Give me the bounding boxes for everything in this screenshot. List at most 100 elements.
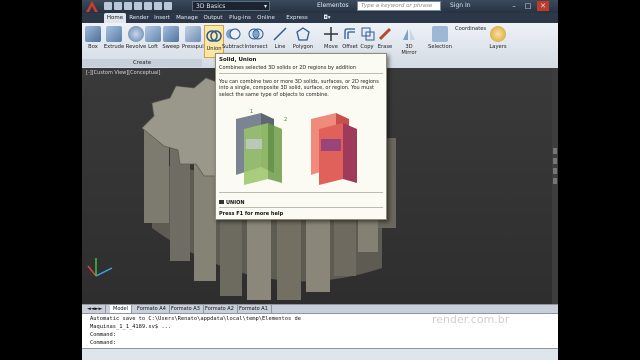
revolve-icon <box>128 26 144 42</box>
close-button[interactable]: ✕ <box>537 1 549 11</box>
undo-icon[interactable] <box>154 2 162 10</box>
ucs-icon <box>87 258 113 277</box>
tooltip-divider <box>219 207 383 208</box>
watermark: render.com.br <box>432 313 510 326</box>
command-history-line: Maquinas_1_1_4189.sv$ ... <box>90 324 172 330</box>
selection-button[interactable]: Selection <box>427 26 453 50</box>
tab-output[interactable]: Output <box>202 13 224 23</box>
status-bar <box>82 348 558 360</box>
command-history-line: Automatic save to C:\Users\Renato\appdat… <box>90 316 301 322</box>
tab-plugins[interactable]: Plug-ins <box>227 13 253 23</box>
search-input[interactable]: Type a keyword or phrase <box>357 1 441 11</box>
tab-more-icon[interactable]: ◘▾ <box>320 13 334 23</box>
union-illustration: 1 2 <box>236 109 357 185</box>
intersect-button[interactable]: Intersect <box>244 26 268 50</box>
minimize-button[interactable]: – <box>508 1 520 11</box>
3d-mirror-label: 3D Mirror <box>401 44 417 56</box>
command-input[interactable]: Command: <box>90 340 116 346</box>
tooltip-title: Solid, Union <box>219 57 257 63</box>
coordinates-label: Coordinates <box>455 26 487 32</box>
copy-button[interactable]: Copy <box>360 26 376 50</box>
workspace-label: 3D Basics <box>196 3 226 10</box>
box-button[interactable]: Box <box>84 26 102 50</box>
layers-label: Layers <box>489 44 507 50</box>
tab-home[interactable]: Home <box>104 13 126 23</box>
revolve-button[interactable]: Revolve <box>125 26 147 50</box>
autocad-logo-icon[interactable] <box>84 0 100 13</box>
extrude-button[interactable]: Extrude <box>103 26 125 50</box>
erase-label: Erase <box>377 44 393 50</box>
subtract-button[interactable]: Subtract <box>222 26 244 50</box>
presspull-button[interactable]: Presspull <box>182 26 206 50</box>
copy-label: Copy <box>360 44 374 50</box>
tab-express-tools[interactable]: Express Tools <box>279 13 315 31</box>
box-icon <box>85 26 101 42</box>
subtract-icon <box>225 26 241 42</box>
tab-insert[interactable]: Insert <box>152 13 172 23</box>
extrude-label: Extrude <box>103 44 125 50</box>
3d-mirror-button[interactable]: 3D Mirror <box>397 26 421 56</box>
ribbon-tabs: Home Render Insert Manage Output Plug-in… <box>82 13 558 31</box>
tooltip-label-2: 2 <box>284 117 287 123</box>
polygon-button[interactable]: Polygon <box>292 26 314 50</box>
polygon-label: Polygon <box>292 44 314 50</box>
offset-icon <box>342 26 358 42</box>
layers-icon <box>490 26 506 42</box>
title-bar: 3D Basics ▾ Elementos Type a keyword or … <box>82 0 558 13</box>
offset-label: Offset <box>342 44 358 50</box>
tooltip-divider <box>219 73 383 74</box>
erase-icon <box>377 26 393 42</box>
tooltip-label-1: 1 <box>250 109 253 115</box>
maximize-button[interactable]: □ <box>522 1 534 11</box>
loft-icon <box>145 26 161 42</box>
sweep-label: Sweep <box>162 44 180 50</box>
erase-button[interactable]: Erase <box>377 26 393 50</box>
move-button[interactable]: Move <box>323 26 339 50</box>
intersect-icon <box>248 26 264 42</box>
layers-button[interactable]: Layers <box>487 26 509 50</box>
sweep-button[interactable]: Sweep <box>161 26 181 50</box>
intersect-label: Intersect <box>244 44 268 50</box>
subtract-label: Subtract <box>222 44 245 50</box>
save-icon[interactable] <box>124 2 132 10</box>
sign-in-link[interactable]: Sign In <box>450 1 471 11</box>
coordinates-button[interactable]: Coordinates <box>455 26 487 32</box>
workspace-dropdown[interactable]: 3D Basics ▾ <box>192 1 270 11</box>
union-label: Union <box>206 46 222 52</box>
plot-icon[interactable] <box>144 2 152 10</box>
offset-button[interactable]: Offset <box>341 26 359 50</box>
tooltip-divider <box>219 192 383 193</box>
pan-icon[interactable] <box>553 148 557 154</box>
line-button[interactable]: Line <box>272 26 288 50</box>
move-icon <box>323 26 339 42</box>
saveas-icon[interactable] <box>134 2 142 10</box>
new-icon[interactable] <box>104 2 112 10</box>
redo-icon[interactable] <box>164 2 172 10</box>
tooltip-command: UNION <box>219 200 245 206</box>
box-label: Box <box>88 44 98 50</box>
command-icon <box>219 200 224 204</box>
mirror-icon <box>401 26 417 42</box>
chevron-down-icon: ▾ <box>263 3 267 10</box>
presspull-label: Presspull <box>182 44 206 50</box>
copy-icon <box>360 26 376 42</box>
autocad-window: 3D Basics ▾ Elementos Type a keyword or … <box>82 0 558 360</box>
polygon-icon <box>295 26 311 42</box>
showmotion-icon[interactable] <box>553 178 557 184</box>
group-create-label[interactable]: Create <box>82 59 202 67</box>
loft-button[interactable]: Loft <box>145 26 161 50</box>
tab-render[interactable]: Render <box>128 13 150 23</box>
tooltip-subtitle: Combines selected 3D solids or 2D region… <box>219 65 356 71</box>
union-tooltip: Solid, Union Combines selected 3D solids… <box>215 53 387 220</box>
selection-icon <box>432 26 448 42</box>
open-icon[interactable] <box>114 2 122 10</box>
orbit-icon[interactable] <box>553 168 557 174</box>
tooltip-command-name: UNION <box>226 200 245 206</box>
tab-online[interactable]: Online <box>255 13 277 23</box>
zoom-icon[interactable] <box>553 158 557 164</box>
loft-label: Loft <box>148 44 158 50</box>
command-history-line: Command: <box>90 332 116 338</box>
tab-manage[interactable]: Manage <box>175 13 199 23</box>
union-icon <box>206 28 222 44</box>
extrude-icon <box>106 26 122 42</box>
